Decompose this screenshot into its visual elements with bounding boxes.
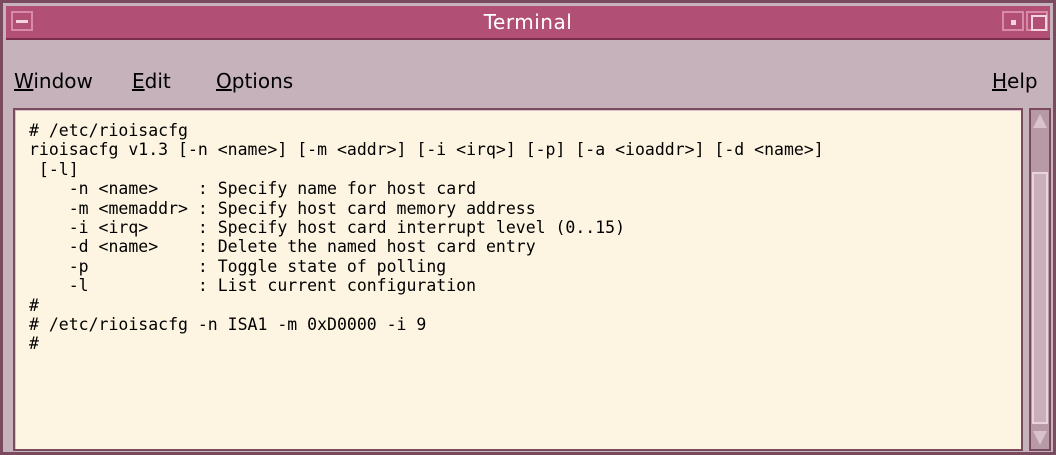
- menu-help[interactable]: Help: [992, 69, 1038, 93]
- maximize-button[interactable]: [1026, 11, 1048, 31]
- terminal-line: -m <memaddr> : Specify host card memory …: [29, 198, 536, 218]
- terminal-line: # /etc/rioisacfg -n ISA1 -m 0xD0000 -i 9: [29, 315, 427, 335]
- menu-options[interactable]: Options: [216, 69, 293, 93]
- terminal-text: # /etc/rioisacfg rioisacfg v1.3 [-n <name…: [29, 121, 824, 354]
- maximize-icon: [1031, 15, 1047, 31]
- window-title: Terminal: [483, 10, 573, 34]
- minimize-icon: [1011, 20, 1016, 25]
- scroll-up-arrow-icon[interactable]: [1033, 114, 1047, 128]
- terminal-line: #: [29, 334, 39, 354]
- menu-window[interactable]: Window: [14, 69, 93, 93]
- terminal-window: Terminal Window Edit Options Help # /etc…: [0, 0, 1056, 455]
- vertical-scrollbar[interactable]: [1029, 108, 1051, 451]
- terminal-line: -l : List current configuration: [29, 276, 477, 296]
- terminal-line: -i <irq> : Specify host card interrupt l…: [29, 218, 626, 238]
- terminal-line: -d <name> : Delete the named host card e…: [29, 237, 536, 257]
- terminal-line: # /etc/rioisacfg: [29, 121, 188, 140]
- terminal-line: -p : Toggle state of polling: [29, 256, 447, 276]
- menu-edit[interactable]: Edit: [132, 69, 171, 93]
- scroll-thumb[interactable]: [1032, 172, 1048, 424]
- menu-bar: Window Edit Options Help: [6, 55, 1050, 99]
- terminal-line: rioisacfg v1.3 [-n <name>] [-m <addr>] […: [29, 140, 824, 160]
- minimize-button[interactable]: [1002, 11, 1024, 31]
- title-bar[interactable]: Terminal: [6, 6, 1050, 40]
- terminal-line: -n <name> : Specify name for host card: [29, 179, 477, 199]
- scroll-down-arrow-icon[interactable]: [1033, 431, 1047, 445]
- terminal-line: [-l]: [29, 159, 79, 179]
- terminal-line: #: [29, 295, 39, 315]
- terminal-output[interactable]: # /etc/rioisacfg rioisacfg v1.3 [-n <name…: [13, 108, 1023, 451]
